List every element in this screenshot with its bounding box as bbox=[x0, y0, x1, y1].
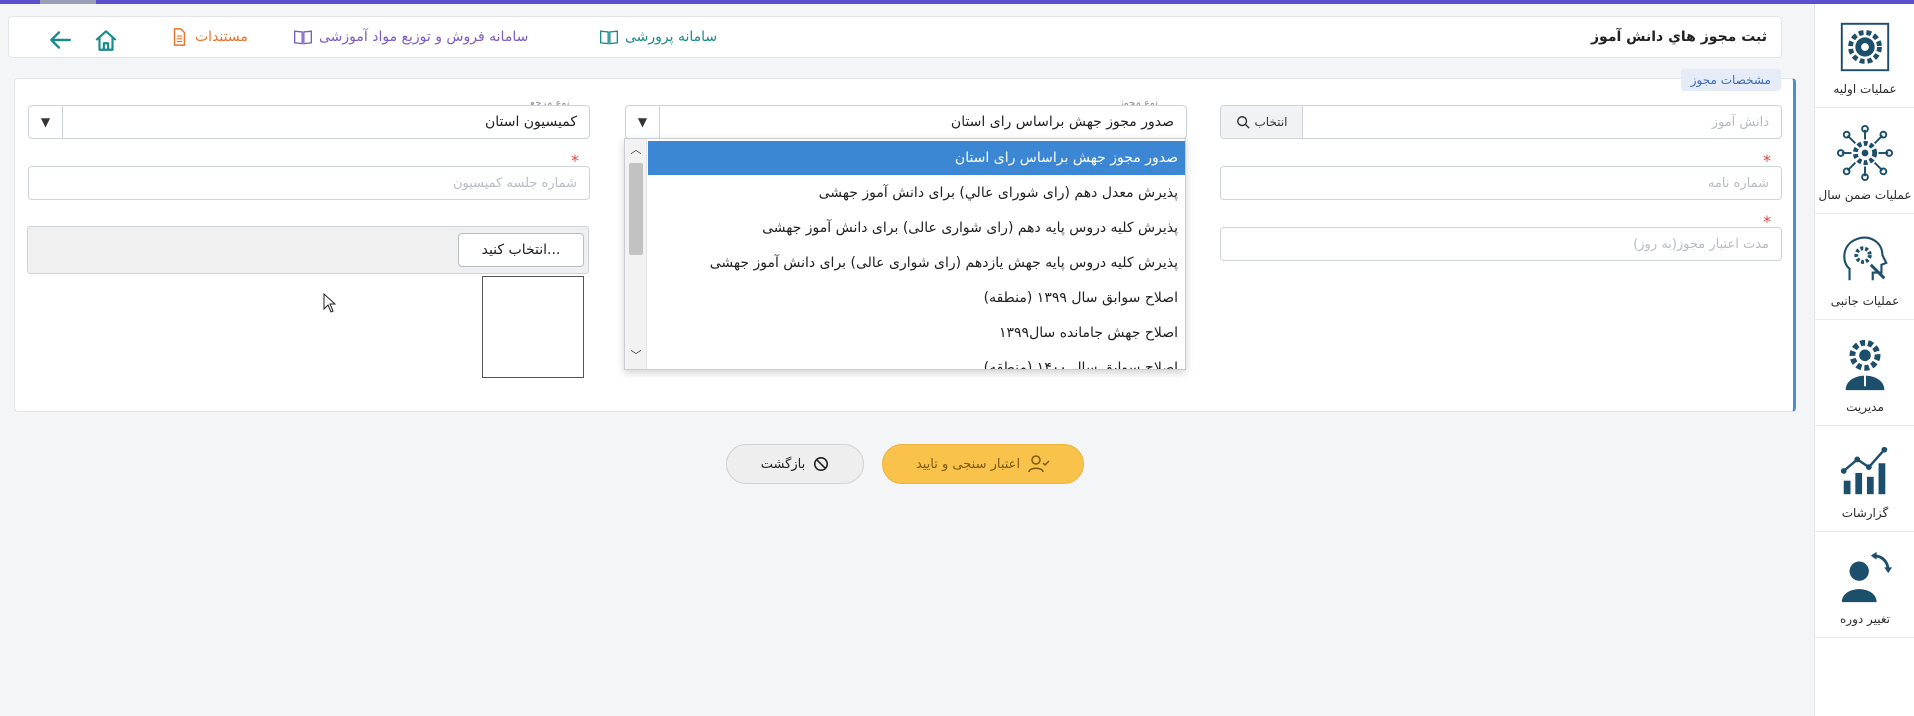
user-check-icon bbox=[1028, 455, 1050, 473]
confirm-label: اعتبار سنجی و تایید bbox=[915, 456, 1021, 472]
authority-type-dropdown-button[interactable]: ▼ bbox=[29, 106, 63, 138]
choose-file-button[interactable]: انتخاب کنید... bbox=[458, 233, 584, 267]
browser-tab[interactable] bbox=[40, 0, 96, 4]
home-button[interactable] bbox=[93, 28, 119, 52]
back-arrow-button[interactable] bbox=[47, 28, 73, 52]
sidebar-item-label: عملیات اولیه bbox=[1833, 82, 1897, 96]
link-sales-label: سامانه فروش و توزیع مواد آموزشی bbox=[319, 29, 529, 45]
ban-icon bbox=[814, 456, 829, 472]
dropdown-option[interactable]: پذیرش معدل دهم (رای شورای عالي) برای دان… bbox=[648, 176, 1185, 210]
sidebar-item-management[interactable]: مدیریت bbox=[1815, 322, 1914, 426]
back-button[interactable]: بازگشت bbox=[726, 444, 864, 484]
chevron-down-icon: ▼ bbox=[637, 115, 648, 129]
student-pick-button[interactable]: انتخاب bbox=[1221, 106, 1303, 138]
validate-confirm-button[interactable]: اعتبار سنجی و تایید bbox=[882, 444, 1084, 484]
validity-days-placeholder: مدت اعتبار مجوز(به روز) bbox=[1633, 237, 1769, 252]
link-sales[interactable]: سامانه فروش و توزیع مواد آموزشی bbox=[293, 28, 528, 46]
gear-monitor-icon bbox=[1840, 22, 1890, 72]
dropdown-option[interactable]: اصلاح جهش جامانده سال۱۳۹۹ bbox=[648, 316, 1185, 350]
right-sidebar: عملیات اولیه عملیات ضمن سال عملیات جانبی bbox=[1814, 4, 1914, 716]
session-number-input[interactable]: شماره جلسه کمیسیون bbox=[28, 166, 590, 200]
chevron-down-icon: ▼ bbox=[40, 115, 51, 129]
document-icon bbox=[173, 28, 186, 46]
home-icon bbox=[95, 30, 117, 51]
scroll-up-icon[interactable]: ︿ bbox=[625, 141, 647, 159]
authority-type-select[interactable]: کمیسیون استان ▼ bbox=[28, 105, 590, 139]
sidebar-item-change-period[interactable]: تغییر دوره bbox=[1815, 534, 1914, 638]
browser-top-bar bbox=[0, 0, 1914, 4]
bar-chart-icon bbox=[1840, 446, 1888, 495]
letter-number-placeholder: شماره نامه bbox=[1707, 176, 1769, 191]
page-title: ثبت مجوز هاي دانش آموز bbox=[1590, 29, 1767, 45]
link-docs-label: مستندات bbox=[195, 29, 248, 45]
link-docs[interactable]: مستندات bbox=[169, 28, 248, 46]
file-upload-box: انتخاب کنید... bbox=[27, 226, 589, 274]
license-type-select[interactable]: صدور مجوز جهش براساس رای استان ▼ bbox=[625, 105, 1187, 139]
sidebar-item-label: عملیات ضمن سال bbox=[1818, 188, 1912, 202]
scroll-down-icon[interactable]: ﹀ bbox=[625, 347, 647, 365]
student-field[interactable]: دانش آموز انتخاب bbox=[1220, 105, 1782, 139]
sidebar-item-side-ops[interactable]: عملیات جانبی bbox=[1815, 216, 1914, 320]
dropdown-option[interactable]: پذیرش کلیه دروس پایه دهم (رای شواری عالی… bbox=[648, 211, 1185, 245]
dropdown-option[interactable]: اصلاح سوابق سال ۱۴۰۰ (منطقه) bbox=[648, 351, 1185, 369]
network-gear-icon bbox=[1836, 124, 1894, 182]
link-parvaresh-label: سامانه پرورشی bbox=[625, 29, 718, 45]
arrow-left-icon bbox=[50, 31, 71, 49]
head-gear-icon bbox=[1843, 236, 1888, 281]
user-refresh-icon bbox=[1841, 551, 1893, 603]
student-placeholder: دانش آموز bbox=[1711, 115, 1769, 130]
sidebar-item-midyear-ops[interactable]: عملیات ضمن سال bbox=[1815, 110, 1914, 214]
book-icon bbox=[600, 30, 618, 45]
student-pick-label: انتخاب bbox=[1254, 115, 1288, 129]
page-header: ثبت مجوز هاي دانش آموز سامانه پرورشی سام… bbox=[8, 16, 1782, 58]
back-label: بازگشت bbox=[760, 456, 806, 472]
sidebar-item-label: تغییر دوره bbox=[1839, 612, 1891, 626]
image-preview bbox=[482, 276, 584, 378]
panel-legend: مشخصات مجوز bbox=[1680, 69, 1781, 91]
license-type-value: صدور مجوز جهش براساس رای استان bbox=[950, 114, 1174, 130]
sidebar-item-reports[interactable]: گزارشات bbox=[1815, 428, 1914, 532]
license-type-dropdown-list: ︿ ﹀ صدور مجوز جهش براساس رای استان پذیرش… bbox=[624, 138, 1186, 370]
license-type-dropdown-button[interactable]: ▼ bbox=[626, 106, 660, 138]
dropdown-option[interactable]: اصلاح سوابق سال ۱۳۹۹ (منطقه) bbox=[648, 281, 1185, 315]
authority-type-value: کمیسیون استان bbox=[484, 114, 577, 130]
search-icon bbox=[1236, 116, 1250, 129]
sidebar-item-initial-ops[interactable]: عملیات اولیه bbox=[1815, 4, 1914, 108]
sidebar-item-label: گزارشات bbox=[1841, 506, 1889, 520]
validity-days-input[interactable]: مدت اعتبار مجوز(به روز) bbox=[1220, 227, 1782, 261]
mouse-cursor-icon bbox=[323, 293, 337, 313]
sidebar-item-label: مدیریت bbox=[1846, 400, 1884, 414]
dropdown-option[interactable]: صدور مجوز جهش براساس رای استان bbox=[648, 141, 1185, 175]
letter-number-input[interactable]: شماره نامه bbox=[1220, 166, 1782, 200]
user-gear-icon bbox=[1845, 339, 1885, 391]
link-parvaresh[interactable]: سامانه پرورشی bbox=[599, 28, 717, 46]
session-number-placeholder: شماره جلسه کمیسیون bbox=[452, 176, 577, 191]
sidebar-item-label: عملیات جانبی bbox=[1830, 294, 1900, 308]
scroll-thumb[interactable] bbox=[629, 163, 643, 255]
dropdown-option[interactable]: پذیرش کلیه دروس پایه جهش یازدهم (رای شوا… bbox=[648, 246, 1185, 280]
book-icon bbox=[294, 30, 312, 45]
dropdown-scrollbar[interactable]: ︿ ﹀ bbox=[625, 139, 647, 369]
